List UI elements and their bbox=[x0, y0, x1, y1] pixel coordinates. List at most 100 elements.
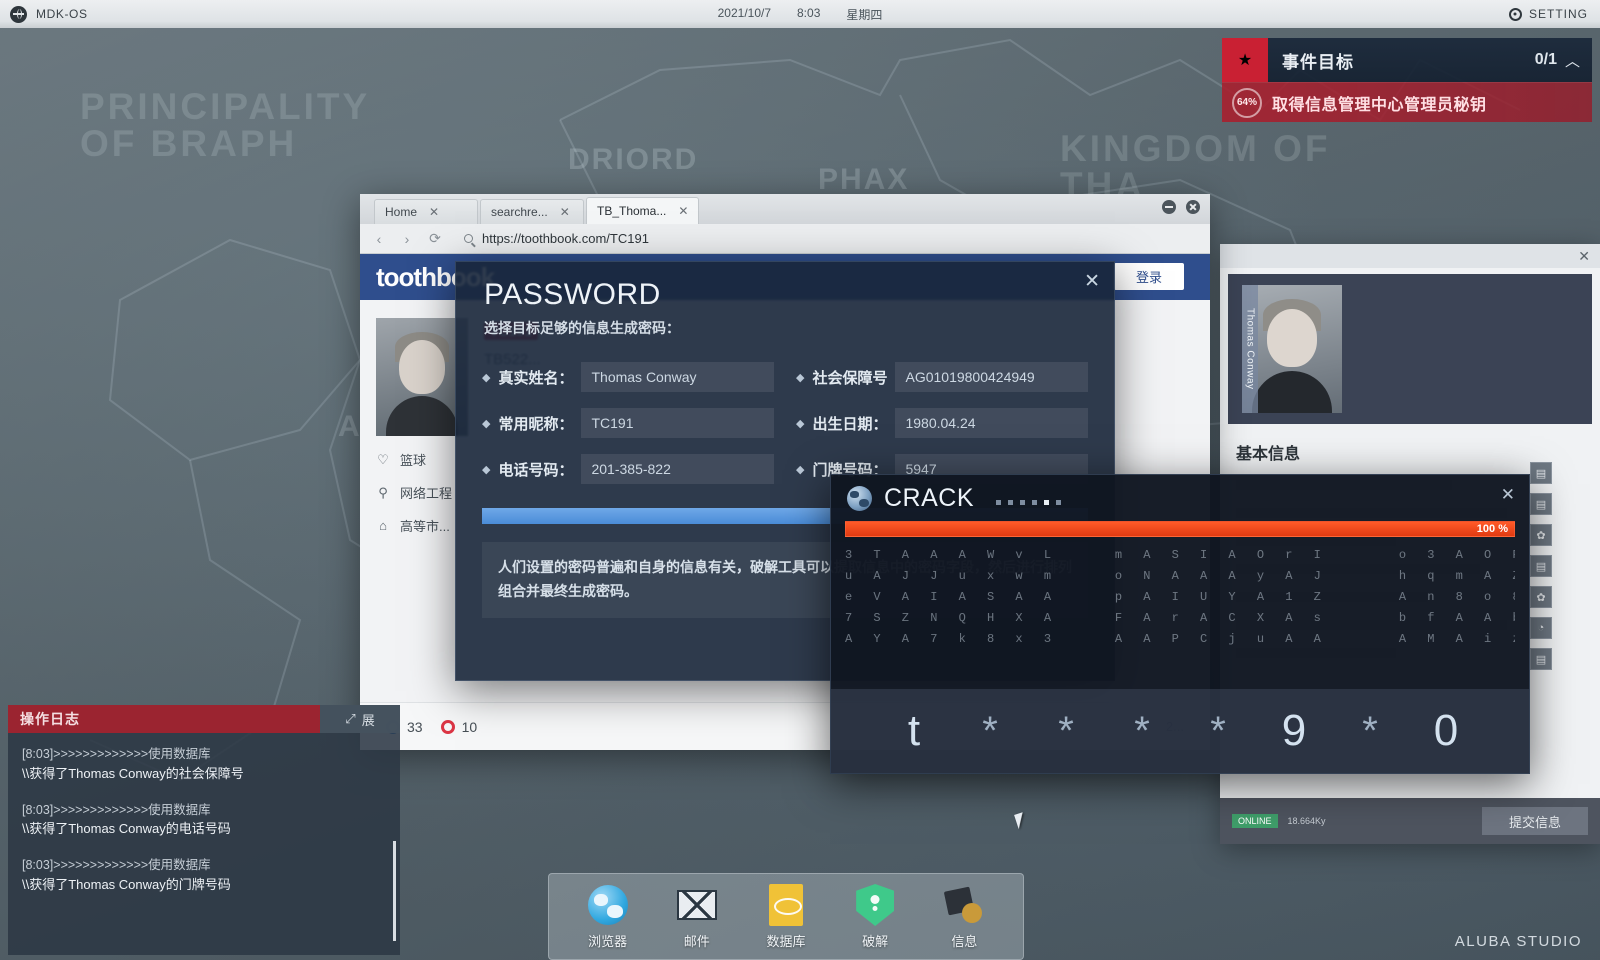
close-icon[interactable]: ✕ bbox=[1501, 485, 1515, 505]
tag-label: 网络工程 bbox=[400, 483, 452, 502]
field-value[interactable]: Thomas Conway bbox=[581, 362, 774, 392]
close-icon[interactable]: ✕ bbox=[1084, 272, 1100, 291]
dock-item-mail[interactable]: 邮件 bbox=[659, 883, 735, 950]
map-label-a: A bbox=[338, 412, 362, 442]
forward-icon[interactable]: › bbox=[400, 231, 414, 247]
dock-item-database[interactable]: 数据库 bbox=[748, 883, 824, 950]
map-label-kingdom: KINGDOM OF THA bbox=[1060, 130, 1330, 204]
log-entry: [8:03]>>>>>>>>>>>>>使用数据库 \\获得了Thomas Con… bbox=[22, 801, 388, 841]
browser-tab-home[interactable]: Home ✕ bbox=[374, 199, 478, 224]
crack-window[interactable]: CRACK ✕ 100 % 3 T A A A W v L m A S I A … bbox=[830, 474, 1530, 774]
taskbar-dock: 浏览器 邮件 数据库 破解 信息 bbox=[548, 873, 1024, 960]
field-value[interactable]: 1980.04.24 bbox=[895, 408, 1088, 438]
log-line-result: \\获得了Thomas Conway的门牌号码 bbox=[22, 875, 388, 896]
dislike-count: 10 bbox=[462, 719, 478, 735]
field-value[interactable]: TC191 bbox=[581, 408, 774, 438]
info-section-title: 基本信息 bbox=[1220, 424, 1600, 464]
dock-item-crack[interactable]: 破解 bbox=[837, 883, 913, 950]
tab-label: searchre... bbox=[491, 205, 548, 219]
topbar-weekday: 星期四 bbox=[846, 6, 882, 23]
document-icon[interactable]: ▤ bbox=[1530, 648, 1552, 670]
field-nickname[interactable]: ◆ 常用昵称： TC191 bbox=[482, 408, 774, 438]
crack-title: CRACK bbox=[884, 484, 974, 513]
field-label: 真实姓名： bbox=[498, 367, 573, 388]
avatar-body bbox=[386, 396, 458, 436]
chevron-up-icon[interactable]: ︿ bbox=[1565, 50, 1580, 71]
field-phone[interactable]: ◆ 电话号码： 201-385-822 bbox=[482, 454, 774, 484]
matrix-row: u A J J u x w m o N A A A y A J h q m A … bbox=[845, 569, 1515, 583]
objective-panel[interactable]: ★ 事件目标 0/1 ︿ 64% 取得信息管理中心管理员秘钥 bbox=[1222, 38, 1592, 122]
field-real-name[interactable]: ◆ 真实姓名： Thomas Conway bbox=[482, 362, 774, 392]
close-button[interactable] bbox=[1186, 200, 1200, 214]
portrait-head bbox=[1267, 309, 1317, 367]
submit-info-button[interactable]: 提交信息 bbox=[1482, 807, 1588, 835]
globe-icon bbox=[847, 486, 872, 511]
field-value[interactable]: 201-385-822 bbox=[581, 454, 774, 484]
document-icon[interactable]: ▤ bbox=[1530, 555, 1552, 577]
portrait-name-label: Thomas Conway bbox=[1242, 285, 1258, 413]
close-icon[interactable]: ✕ bbox=[429, 205, 439, 219]
dock-item-browser[interactable]: 浏览器 bbox=[570, 883, 646, 950]
loading-dots-icon bbox=[996, 500, 1061, 505]
log-line-command: [8:03]>>>>>>>>>>>>>使用数据库 bbox=[22, 856, 388, 875]
gear-icon[interactable]: ✿ bbox=[1530, 524, 1552, 546]
expand-icon: ⤢ bbox=[345, 711, 355, 727]
login-button[interactable]: 登录 bbox=[1114, 263, 1184, 290]
url-input[interactable]: https://toothbook.com/TC191 bbox=[456, 229, 1198, 249]
field-value[interactable]: AG01019800424949 bbox=[895, 362, 1088, 392]
dock-item-misc[interactable]: 信息 bbox=[926, 883, 1002, 950]
map-label-phax: PHAX bbox=[818, 165, 909, 195]
crack-progress-label: 100 % bbox=[1477, 523, 1514, 535]
document-icon[interactable]: ▤ bbox=[1530, 493, 1552, 515]
objective-header[interactable]: ★ 事件目标 0/1 ︿ bbox=[1222, 38, 1592, 82]
info-panel-icon-strip[interactable]: ▤ ▤ ✿ ▤ ✿ ◔ ▤ bbox=[1530, 462, 1552, 670]
close-icon[interactable]: ✕ bbox=[1578, 248, 1590, 265]
document-icon[interactable]: ▤ bbox=[1530, 462, 1552, 484]
operation-log-title: 操作日志 bbox=[8, 705, 320, 733]
settings-button[interactable]: SETTING bbox=[1509, 7, 1588, 21]
objective-task-text: 取得信息管理中心管理员秘钥 bbox=[1272, 91, 1487, 115]
log-entry: [8:03]>>>>>>>>>>>>>使用数据库 \\获得了Thomas Con… bbox=[22, 856, 388, 896]
browser-tab-searchre[interactable]: searchre... ✕ bbox=[480, 199, 584, 224]
field-label: 常用昵称： bbox=[498, 413, 573, 434]
browser-tab-tb-thomas[interactable]: TB_Thoma... ✕ bbox=[586, 197, 699, 224]
settings-label: SETTING bbox=[1529, 7, 1588, 21]
log-scrollbar[interactable] bbox=[393, 841, 396, 941]
crack-icon bbox=[853, 883, 897, 927]
clock-icon[interactable]: ◔ bbox=[1530, 617, 1552, 639]
tag-label: 篮球 bbox=[400, 450, 426, 469]
operation-log-panel[interactable]: 操作日志 ⤢ 展 [8:03]>>>>>>>>>>>>>使用数据库 \\获得了T… bbox=[8, 705, 400, 955]
field-birthdate[interactable]: ◆ 出生日期： 1980.04.24 bbox=[796, 408, 1088, 438]
password-field-grid: ◆ 真实姓名： Thomas Conway ◆ 社会保障号 AG01019800… bbox=[456, 338, 1114, 484]
operation-log-header: 操作日志 ⤢ 展 bbox=[8, 705, 400, 733]
objective-progress-badge: 64% bbox=[1232, 88, 1262, 118]
crack-character-matrix: 3 T A A A W v L m A S I A O r I o 3 A O … bbox=[845, 545, 1515, 665]
gear-icon[interactable]: ✿ bbox=[1530, 586, 1552, 608]
field-ssn[interactable]: ◆ 社会保障号 AG01019800424949 bbox=[796, 362, 1088, 392]
stat-dislikes: 10 bbox=[441, 719, 478, 735]
log-line-result: \\获得了Thomas Conway的社会保障号 bbox=[22, 764, 388, 785]
log-line-command: [8:03]>>>>>>>>>>>>>使用数据库 bbox=[22, 801, 388, 820]
dock-label: 破解 bbox=[862, 931, 888, 950]
search-icon bbox=[464, 234, 473, 243]
browser-icon bbox=[586, 883, 630, 927]
minimize-button[interactable] bbox=[1162, 200, 1176, 214]
dislike-icon bbox=[441, 720, 455, 734]
topbar-time: 8:03 bbox=[797, 6, 820, 23]
expand-log-button[interactable]: ⤢ 展 bbox=[320, 705, 400, 733]
status-badge-online: ONLINE bbox=[1232, 814, 1278, 828]
close-icon[interactable]: ✕ bbox=[560, 205, 570, 219]
objective-task-row[interactable]: 64% 取得信息管理中心管理员秘钥 bbox=[1222, 82, 1592, 122]
home-icon: ⌂ bbox=[376, 518, 390, 533]
star-icon: ★ bbox=[1222, 38, 1268, 82]
log-entry: [8:03]>>>>>>>>>>>>>使用数据库 \\获得了Thomas Con… bbox=[22, 745, 388, 785]
bullet-icon: ◆ bbox=[796, 463, 804, 476]
target-portrait: Thomas Conway bbox=[1242, 285, 1342, 413]
dock-label: 浏览器 bbox=[588, 931, 627, 950]
close-icon[interactable]: ✕ bbox=[678, 204, 688, 218]
browser-window-buttons bbox=[1162, 200, 1200, 214]
crack-result-row: t * * * * 9 * 0 bbox=[831, 689, 1529, 773]
reload-icon[interactable]: ⟳ bbox=[428, 230, 442, 247]
back-icon[interactable]: ‹ bbox=[372, 231, 386, 247]
info-panel-hero: Thomas Conway bbox=[1228, 274, 1592, 424]
